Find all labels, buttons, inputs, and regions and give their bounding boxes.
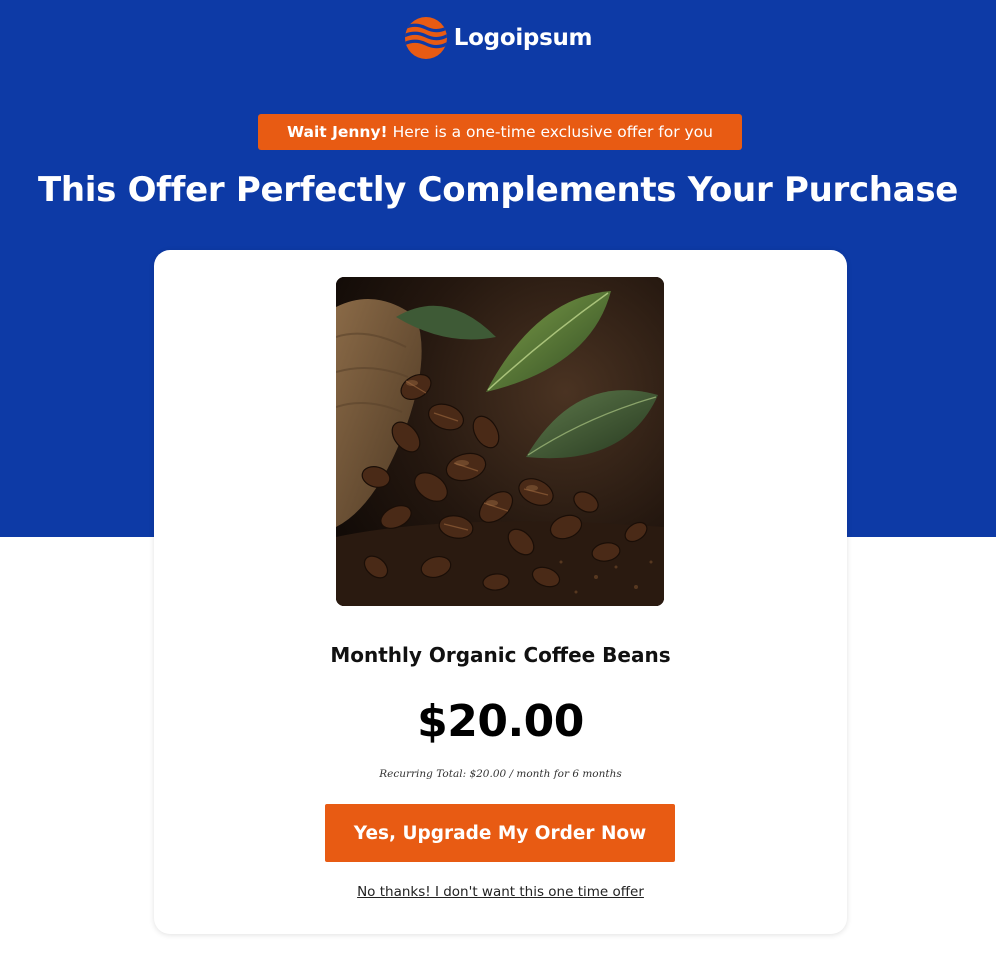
page-headline: This Offer Perfectly Complements Your Pu…	[37, 170, 959, 210]
upgrade-order-button[interactable]: Yes, Upgrade My Order Now	[325, 804, 675, 862]
product-price: $20.00	[417, 696, 584, 747]
decline-offer-link[interactable]: No thanks! I don't want this one time of…	[154, 884, 847, 900]
coffee-beans-image	[336, 277, 664, 606]
product-illustration	[336, 277, 664, 606]
brand-name: Logoipsum	[453, 25, 593, 51]
logo-waves-icon	[404, 17, 447, 59]
offer-card: Monthly Organic Coffee Beans $20.00 Recu…	[154, 250, 847, 934]
brand-logo[interactable]: Logoipsum	[0, 16, 996, 60]
offer-badge-text: Here is a one-time exclusive offer for y…	[392, 123, 713, 141]
recurring-total-note: Recurring Total: $20.00 / month for 6 mo…	[379, 768, 622, 780]
product-name: Monthly Organic Coffee Beans	[330, 643, 671, 667]
offer-badge: Wait Jenny! Here is a one-time exclusive…	[258, 114, 742, 150]
offer-badge-highlight: Wait Jenny!	[286, 123, 388, 141]
